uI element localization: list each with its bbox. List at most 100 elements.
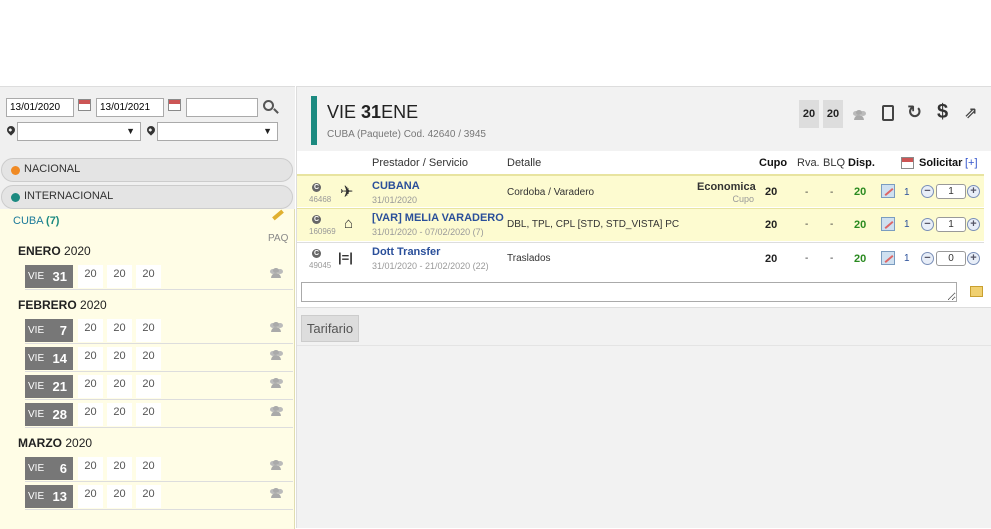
group-icon[interactable]	[270, 460, 284, 470]
group-icon[interactable]	[270, 322, 284, 332]
rva-value: -	[805, 187, 809, 198]
provider-name[interactable]: CUBANA	[372, 180, 420, 192]
day-button[interactable]: VIE 13	[25, 485, 73, 508]
location-pin-icon	[5, 124, 17, 136]
category-nacional[interactable]: NACIONAL	[1, 158, 293, 182]
group-icon[interactable]	[270, 406, 284, 416]
plane-icon: ✈	[340, 184, 354, 201]
cupo-value: 20	[765, 253, 778, 265]
quota-cell: 20	[136, 347, 161, 370]
right-panel: VIE 31ENE CUBA (Paquete) Cod. 42640 / 39…	[296, 86, 991, 528]
cupo-value: 20	[765, 219, 778, 231]
category-label: INTERNACIONAL	[24, 190, 114, 202]
date-from-input[interactable]	[6, 98, 74, 117]
disp-value: 20	[854, 219, 867, 231]
quota-cell: 20	[107, 485, 132, 508]
calendar-icon[interactable]	[901, 157, 914, 169]
quota-cell: 20	[136, 319, 161, 342]
notes-textarea[interactable]	[301, 282, 957, 302]
service-detail: Traslados	[507, 253, 551, 264]
provider-name[interactable]: [VAR] MELIA VARADERO	[372, 212, 504, 224]
blq-value: -	[830, 187, 834, 198]
quota-cell: 20	[107, 457, 132, 480]
transfer-icon: |=|	[338, 250, 353, 265]
group-icon[interactable]	[270, 488, 284, 498]
col-disp: Disp.	[848, 157, 875, 169]
search-icon[interactable]	[263, 100, 274, 111]
rva-value: -	[805, 219, 809, 230]
origin-select[interactable]: ▼	[17, 122, 141, 141]
destination-count: (7)	[46, 215, 60, 227]
day-button[interactable]: VIE 7	[25, 319, 73, 342]
col-blq: BLQ	[823, 157, 846, 169]
minus-button[interactable]: −	[921, 218, 934, 231]
group-icon[interactable]	[270, 350, 284, 360]
group-icon[interactable]	[270, 268, 284, 278]
day-button[interactable]: VIE 6	[25, 457, 73, 480]
category-label: NACIONAL	[24, 163, 81, 175]
edit-icon[interactable]	[881, 184, 895, 198]
day-button[interactable]: VIE 21	[25, 375, 73, 398]
refresh-icon[interactable]: ↻	[907, 102, 922, 123]
category-internacional[interactable]: INTERNACIONAL	[1, 185, 293, 209]
class-label: Economica	[697, 181, 756, 193]
calendar-icon[interactable]	[78, 99, 91, 111]
tab-tarifario[interactable]: Tarifario	[301, 315, 359, 342]
day-button[interactable]: VIE 14	[25, 347, 73, 370]
quantity-input[interactable]: 1	[936, 184, 966, 199]
destination-select[interactable]: ▼	[157, 122, 278, 141]
date-to-input[interactable]	[96, 98, 164, 117]
quota-cell: 20	[107, 265, 132, 288]
blq-value: -	[830, 253, 834, 264]
service-dates: 31/01/2020	[372, 195, 418, 205]
external-link-icon[interactable]: ⇗	[964, 103, 977, 123]
service-dates: 31/01/2020 - 07/02/2020 (7)	[372, 227, 484, 237]
cupo-value: 20	[765, 186, 778, 198]
page-subtitle: CUBA (Paquete) Cod. 42640 / 3945	[327, 129, 486, 140]
plus-button[interactable]: +	[967, 218, 980, 231]
quota-cell: 20	[78, 347, 103, 370]
service-code: 46468	[309, 195, 332, 204]
quantity-input[interactable]: 0	[936, 251, 966, 266]
pencil-icon[interactable]	[272, 209, 284, 221]
plus-button[interactable]: +	[967, 185, 980, 198]
destination-panel: CUBA (7) PAQ ENERO 2020 VIE 31 20 20 20 F…	[0, 209, 295, 529]
service-dates: 31/01/2020 - 21/02/2020 (22)	[372, 261, 489, 271]
table-row: C 46468 ✈ CUBANA 31/01/2020 Cordoba / Va…	[297, 174, 984, 207]
add-link[interactable]: [+]	[965, 157, 978, 169]
request-count: 1	[904, 253, 910, 264]
quantity-input[interactable]: 1	[936, 217, 966, 232]
accent-bar	[311, 96, 317, 145]
destination-title[interactable]: CUBA (7)	[13, 215, 59, 227]
calendar-icon[interactable]	[168, 99, 181, 111]
search-text-input[interactable]	[186, 98, 258, 117]
group-icon[interactable]	[853, 110, 867, 120]
edit-icon[interactable]	[881, 217, 895, 231]
edit-icon[interactable]	[881, 251, 895, 265]
group-icon[interactable]	[270, 378, 284, 388]
plus-button[interactable]: +	[967, 252, 980, 265]
c-badge: C	[312, 249, 321, 258]
col-rva: Rva.	[797, 157, 820, 169]
provider-name[interactable]: Dott Transfer	[372, 246, 440, 258]
day-button[interactable]: VIE 28	[25, 403, 73, 426]
c-badge: C	[312, 183, 321, 192]
count-badge: 20	[823, 100, 843, 128]
col-detalle: Detalle	[507, 157, 542, 169]
quota-cell: 20	[107, 375, 132, 398]
rva-value: -	[805, 253, 809, 264]
minus-button[interactable]: −	[921, 185, 934, 198]
table-row: C 49045 |=| Dott Transfer 31/01/2020 - 2…	[297, 242, 984, 275]
dollar-icon[interactable]: $	[937, 101, 948, 124]
service-code: 49045	[309, 261, 332, 270]
day-button[interactable]: VIE 31	[25, 265, 73, 288]
quota-cell: 20	[78, 457, 103, 480]
add-note-icon[interactable]	[970, 286, 983, 297]
service-detail: Cordoba / Varadero	[507, 187, 595, 198]
minus-button[interactable]: −	[921, 252, 934, 265]
col-cupo: Cupo	[759, 157, 788, 169]
request-count: 1	[904, 187, 910, 198]
document-icon[interactable]	[882, 105, 894, 121]
quota-cell: 20	[107, 347, 132, 370]
month-header: FEBRERO 2020	[18, 298, 107, 312]
